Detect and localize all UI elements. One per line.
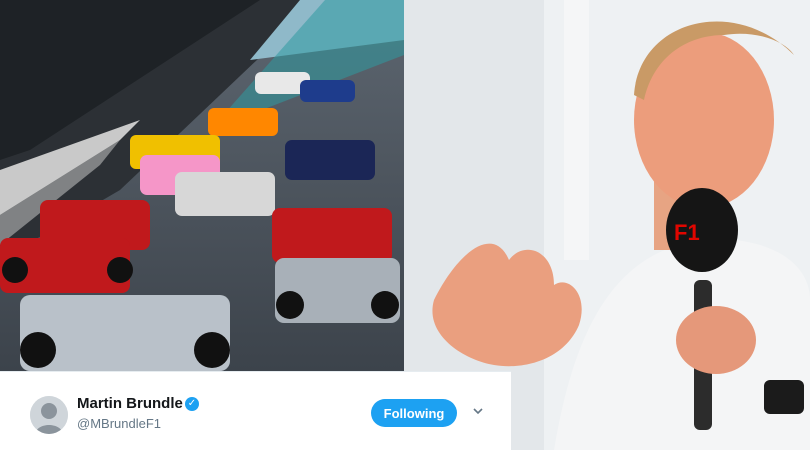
race-photo bbox=[0, 0, 404, 371]
following-button[interactable]: Following bbox=[371, 399, 457, 427]
display-name[interactable]: Martin Brundle bbox=[77, 395, 183, 412]
avatar[interactable] bbox=[30, 396, 68, 434]
svg-text:F1: F1 bbox=[674, 220, 700, 245]
tweet-card: Martin Brundle ✓ @MBrundleF1 Following bbox=[0, 371, 511, 451]
race-illustration bbox=[0, 0, 404, 371]
verified-badge-icon: ✓ bbox=[185, 397, 199, 411]
user-handle[interactable]: @MBrundleF1 bbox=[77, 416, 161, 431]
chevron-down-icon[interactable] bbox=[472, 405, 484, 417]
avatar-image bbox=[30, 396, 68, 434]
